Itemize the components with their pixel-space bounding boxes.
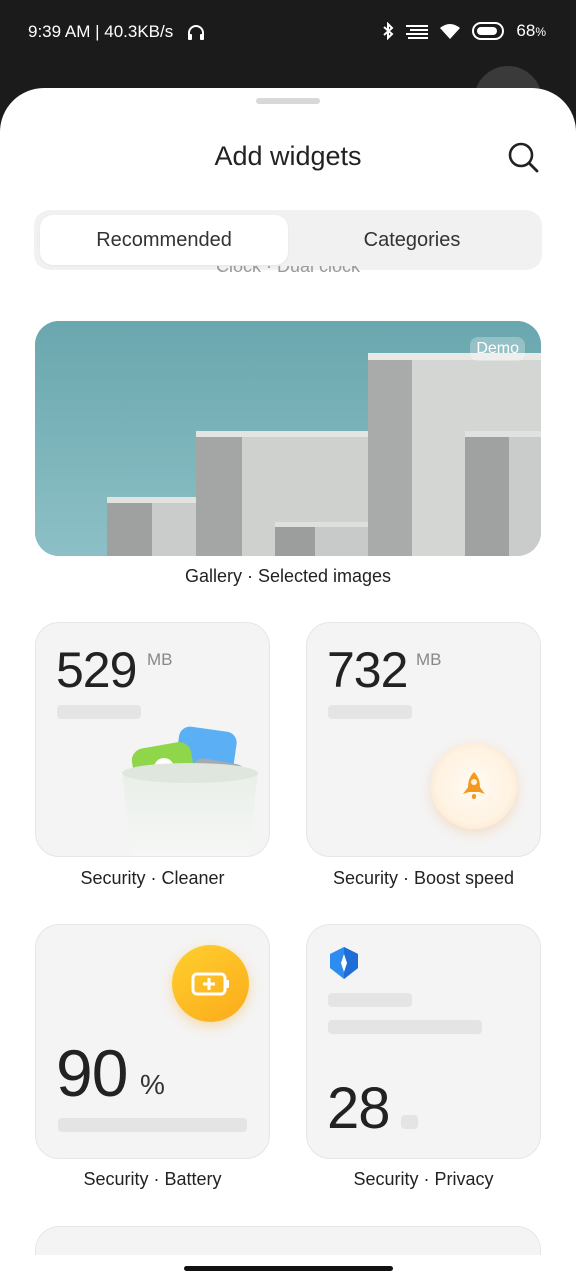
- boost-speed-widget-card[interactable]: 732 MB: [306, 622, 541, 857]
- boost-button: [431, 743, 517, 829]
- battery-widget-card[interactable]: 90 %: [35, 924, 270, 1159]
- privacy-value: 28: [327, 1076, 391, 1141]
- privacy-placeholder-bar-1: [328, 993, 412, 1007]
- signal-icon: [406, 25, 429, 39]
- bluetooth-icon: [383, 22, 394, 40]
- boost-unit: MB: [416, 650, 442, 669]
- tab-recommended[interactable]: Recommended: [40, 215, 288, 265]
- tab-categories[interactable]: Categories: [288, 215, 536, 265]
- battery-status-icon: [472, 22, 505, 40]
- rocket-icon: [463, 772, 485, 799]
- cleaner-value: 529: [56, 642, 137, 698]
- battery-unit: %: [140, 1069, 165, 1100]
- gallery-widget-card[interactable]: Demo: [35, 321, 541, 556]
- home-indicator[interactable]: [184, 1266, 393, 1271]
- sheet-title: Add widgets: [214, 141, 362, 171]
- headset-icon: [188, 25, 204, 40]
- search-button[interactable]: [505, 139, 541, 175]
- battery-percent: 68%: [516, 21, 546, 40]
- partial-widget-label: Clock · Dual clock: [215, 266, 361, 276]
- search-icon: [508, 142, 539, 173]
- boost-value: 732: [327, 642, 408, 698]
- cleaner-unit: MB: [147, 650, 173, 669]
- shield-icon: [330, 947, 358, 979]
- trash-apps-icon: [122, 726, 258, 856]
- privacy-caption: Security · Privacy: [353, 1169, 494, 1189]
- boost-caption: Security · Boost speed: [332, 868, 515, 888]
- add-widgets-sheet: Add widgets Recommended Categories Clock…: [0, 88, 576, 1280]
- gallery-demo-image: [35, 321, 541, 556]
- status-time: 9:39 AM | 40.3KB/s: [28, 22, 174, 41]
- tab-switcher: Recommended Categories: [34, 210, 542, 270]
- gallery-caption: Gallery · Selected images: [184, 566, 392, 586]
- demo-badge: Demo: [470, 337, 525, 361]
- wifi-icon: [440, 24, 461, 39]
- drag-handle[interactable]: [256, 98, 320, 104]
- battery-charge-icon: [191, 972, 229, 995]
- status-icons: 68%: [382, 21, 546, 41]
- boost-placeholder-bar: [328, 705, 412, 719]
- battery-badge: [172, 945, 249, 1022]
- privacy-widget-card[interactable]: 28: [306, 924, 541, 1159]
- privacy-placeholder-bar-2: [328, 1020, 482, 1034]
- battery-placeholder-bar: [58, 1118, 247, 1132]
- cleaner-widget-card[interactable]: 529 MB: [35, 622, 270, 857]
- cleaner-placeholder-bar: [57, 705, 141, 719]
- battery-value: 90: [56, 1036, 128, 1110]
- battery-caption: Security · Battery: [83, 1169, 222, 1189]
- privacy-unit-placeholder: [401, 1115, 418, 1129]
- status-bar: 9:39 AM | 40.3KB/s 68%: [0, 0, 576, 66]
- cleaner-caption: Security · Cleaner: [80, 868, 225, 888]
